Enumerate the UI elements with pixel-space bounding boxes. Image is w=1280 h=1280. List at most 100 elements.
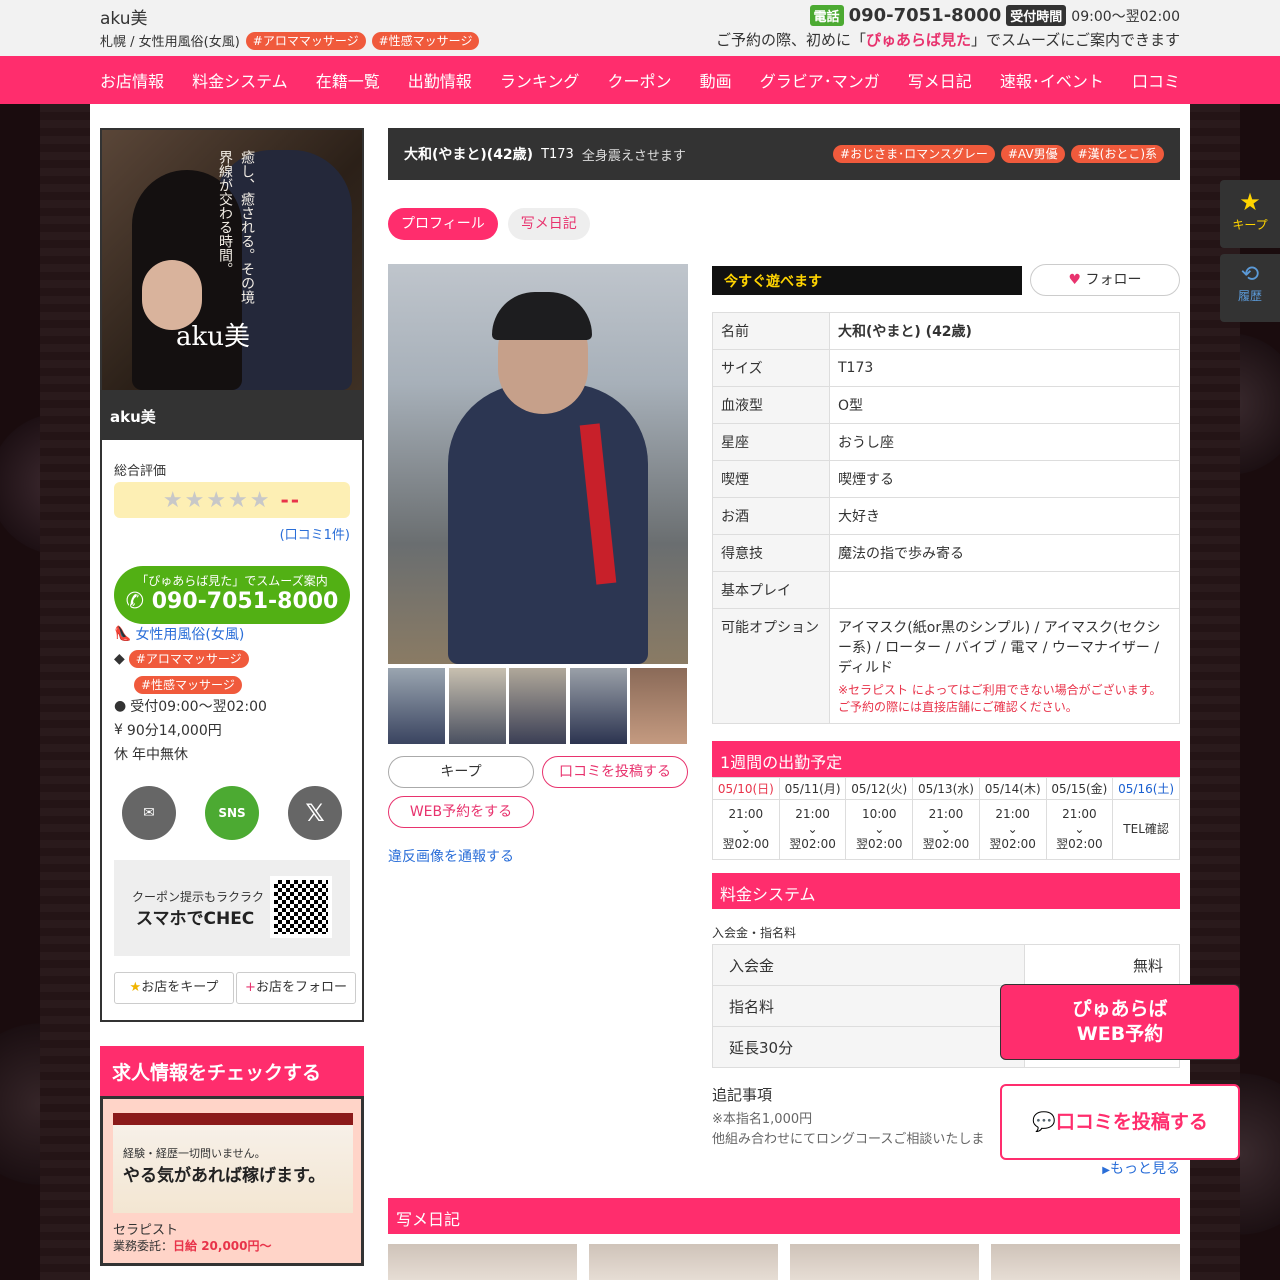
photo-thumbnail[interactable] bbox=[509, 668, 566, 744]
options-text: アイマスク(紙or黒のシンプル) / アイマスク(セクシー系) / ローター /… bbox=[838, 620, 1161, 676]
profile-tabs: プロフィール 写メ日記 bbox=[388, 208, 590, 240]
yen-icon: ¥ bbox=[114, 722, 123, 738]
mail-icon[interactable]: ✉ bbox=[122, 786, 176, 840]
diary-thumbnail[interactable] bbox=[790, 1244, 979, 1280]
genre-link[interactable]: 女性用風俗(女風) bbox=[135, 624, 244, 644]
schedule-table: 05/10(日) 05/11(月) 05/12(火) 05/13(水) 05/1… bbox=[712, 777, 1180, 860]
tel-number[interactable]: 090-7051-8000 bbox=[849, 5, 1002, 26]
therapist-main-photo[interactable] bbox=[388, 264, 688, 664]
tab-diary[interactable]: 写メ日記 bbox=[507, 208, 590, 240]
hours-value: 09:00〜翌02:00 bbox=[1071, 8, 1180, 25]
photo-thumbnail[interactable] bbox=[630, 668, 687, 744]
call-note: 「ぴゅあらば見た」でスムーズ案内 bbox=[136, 574, 328, 588]
therapist-tag[interactable]: #漢(おとこ)系 bbox=[1070, 145, 1164, 163]
holiday-icon: 休 bbox=[114, 747, 128, 763]
recruit-banner[interactable]: 経験・経歴一切問いません。 やる気があれば稼げます。 セラピスト 業務委託：日給… bbox=[100, 1096, 364, 1266]
tag-aroma-side[interactable]: #アロママッサージ bbox=[128, 650, 249, 668]
shop-logo[interactable]: aku美 bbox=[100, 4, 148, 29]
x-icon[interactable]: 𝕏 bbox=[288, 786, 342, 840]
heel-icon: 👠 bbox=[114, 626, 132, 642]
table-row: 喫煙 喫煙する bbox=[712, 460, 1180, 498]
table-row: 血液型 O型 bbox=[712, 386, 1180, 424]
table-row: サイズ T173 bbox=[712, 349, 1180, 387]
more-link[interactable]: ▶もっと見る bbox=[1102, 1158, 1180, 1178]
report-link[interactable]: 違反画像を通報する bbox=[388, 846, 514, 866]
nav-gravure[interactable]: グラビア･マンガ bbox=[760, 68, 880, 92]
fees-caption: 入会金・指名料 bbox=[712, 926, 797, 940]
qr-text: クーポン提示もラクラク bbox=[132, 890, 265, 904]
nav-ranking[interactable]: ランキング bbox=[500, 68, 580, 92]
sns-icon[interactable]: SNS bbox=[205, 786, 259, 840]
floating-keep-button[interactable]: ★ キープ bbox=[1220, 180, 1280, 248]
keep-shop-button[interactable]: ★お店をキープ bbox=[114, 972, 234, 1004]
qr-text-bold: スマホでCHEC bbox=[136, 909, 255, 929]
tags-row-2: #性感マッサージ bbox=[114, 676, 354, 694]
tag-seikan-side[interactable]: #性感マッサージ bbox=[134, 676, 242, 694]
table-row: 名前 大和(やまと) (42歳) bbox=[712, 312, 1180, 350]
call-button[interactable]: 「ぴゅあらば見た」でスムーズ案内 ✆ 090-7051-8000 bbox=[114, 566, 350, 624]
nav-coupon[interactable]: クーポン bbox=[608, 68, 672, 92]
post-review-button[interactable]: 口コミを投稿する bbox=[542, 756, 688, 788]
photo-thumbnail[interactable] bbox=[448, 668, 506, 744]
genre-row: 👠 女性用風俗(女風) bbox=[114, 624, 354, 644]
therapist-comment: 全身震えさせます bbox=[581, 148, 686, 164]
nav-diary[interactable]: 写メ日記 bbox=[908, 68, 972, 92]
nav-video[interactable]: 動画 bbox=[700, 68, 732, 92]
nav-news[interactable]: 速報･イベント bbox=[1000, 68, 1104, 92]
floating-web-reserve-button[interactable]: ぴゅあらば WEB予約 bbox=[1000, 984, 1240, 1060]
shop-subtitle: 札幌 / 女性用風俗(女風) #アロママッサージ #性感マッサージ bbox=[100, 31, 480, 50]
nav-shop-info[interactable]: お店情報 bbox=[100, 68, 164, 92]
nav-staff[interactable]: 在籍一覧 bbox=[316, 68, 380, 92]
diary-thumbnail[interactable] bbox=[589, 1244, 778, 1280]
therapist-name: 大和(やまと)(42歳) bbox=[404, 147, 534, 163]
photo-thumbnails bbox=[388, 668, 687, 744]
heart-icon: ♥ bbox=[1068, 272, 1082, 288]
review-count-link[interactable]: (口コミ1件) bbox=[280, 524, 350, 543]
contact-info: 電話 090-7051-8000 受付時間 09:00〜翌02:00 ご予約の際… bbox=[716, 5, 1180, 50]
arrow-icon: ▶ bbox=[1102, 1165, 1110, 1176]
recruit-role: セラピスト bbox=[113, 1223, 179, 1238]
diary-heading: 写メ日記 bbox=[388, 1198, 1180, 1234]
schedule-days: 05/10(日) 05/11(月) 05/12(火) 05/13(水) 05/1… bbox=[712, 777, 1180, 800]
web-reserve-button[interactable]: WEB予約をする bbox=[388, 796, 534, 828]
diary-thumbnail[interactable] bbox=[991, 1244, 1180, 1280]
therapist-tag[interactable]: #おじさま･ロマンスグレー bbox=[833, 145, 995, 163]
shop-name[interactable]: aku美 bbox=[102, 390, 362, 440]
follow-shop-button[interactable]: +お店をフォロー bbox=[236, 972, 356, 1004]
booking-notice: ご予約の際、初めに「ぴゅあらば見た」でスムーズにご案内できます bbox=[716, 31, 1180, 49]
call-tel: 090-7051-8000 bbox=[151, 589, 339, 614]
qr-banner[interactable]: クーポン提示もラクラク スマホでCHEC bbox=[114, 860, 350, 956]
available-now-badge: 今すぐ遊べます bbox=[712, 266, 1022, 295]
schedule-times: 21:00 ⌄ 翌02:00 21:00 ⌄ 翌02:00 10:00 ⌄ 翌02:00 2… bbox=[712, 799, 1180, 860]
tag-seikan[interactable]: #性感マッサージ bbox=[371, 31, 480, 50]
diary-thumbnail[interactable] bbox=[388, 1244, 577, 1280]
table-row: 基本プレイ bbox=[712, 571, 1180, 609]
note-line: 他組み合わせにてロングコースご相談いたしま bbox=[712, 1132, 985, 1147]
recruit-heading[interactable]: 求人情報をチェックする bbox=[100, 1046, 364, 1096]
nav-reviews[interactable]: 口コミ bbox=[1132, 68, 1180, 92]
floating-history-button[interactable]: ⟲ 履歴 bbox=[1220, 254, 1280, 322]
nav-schedule[interactable]: 出勤情報 bbox=[408, 68, 472, 92]
rating-box: ★★★★★ -- bbox=[114, 482, 350, 518]
photo-thumbnail[interactable] bbox=[569, 668, 627, 744]
recruit-image: 経験・経歴一切問いません。 やる気があれば稼げます。 bbox=[113, 1113, 353, 1213]
shop-hero-image[interactable]: 癒し、癒される。その境界線が交わる時間。 aku美 bbox=[102, 130, 362, 390]
plus-icon: + bbox=[245, 980, 256, 995]
follow-button[interactable]: ♥ フォロー bbox=[1030, 264, 1180, 296]
shop-sidebar: 癒し、癒される。その境界線が交わる時間。 aku美 aku美 総合評価 ★★★★… bbox=[100, 128, 364, 1022]
comment-icon: 💬 bbox=[1032, 1111, 1056, 1133]
fees-heading: 料金システム bbox=[712, 873, 1180, 909]
keep-button[interactable]: キープ bbox=[388, 756, 534, 788]
tab-profile[interactable]: プロフィール bbox=[388, 208, 498, 240]
table-row: 星座 おうし座 bbox=[712, 423, 1180, 461]
nav-price[interactable]: 料金システム bbox=[192, 68, 288, 92]
floating-review-button[interactable]: 💬口コミを投稿する bbox=[1000, 1084, 1240, 1160]
therapist-tag[interactable]: #AV男優 bbox=[1000, 145, 1065, 163]
note-line: ※本指名1,000円 bbox=[712, 1112, 813, 1127]
tags-row: ◆ #アロママッサージ bbox=[114, 650, 354, 668]
photo-thumbnail[interactable] bbox=[388, 668, 445, 744]
holiday-row: 休年中無休 bbox=[114, 744, 354, 764]
table-row: お酒 大好き bbox=[712, 497, 1180, 535]
tag-aroma[interactable]: #アロママッサージ bbox=[245, 31, 366, 50]
notes-heading: 追記事項 bbox=[712, 1086, 773, 1104]
